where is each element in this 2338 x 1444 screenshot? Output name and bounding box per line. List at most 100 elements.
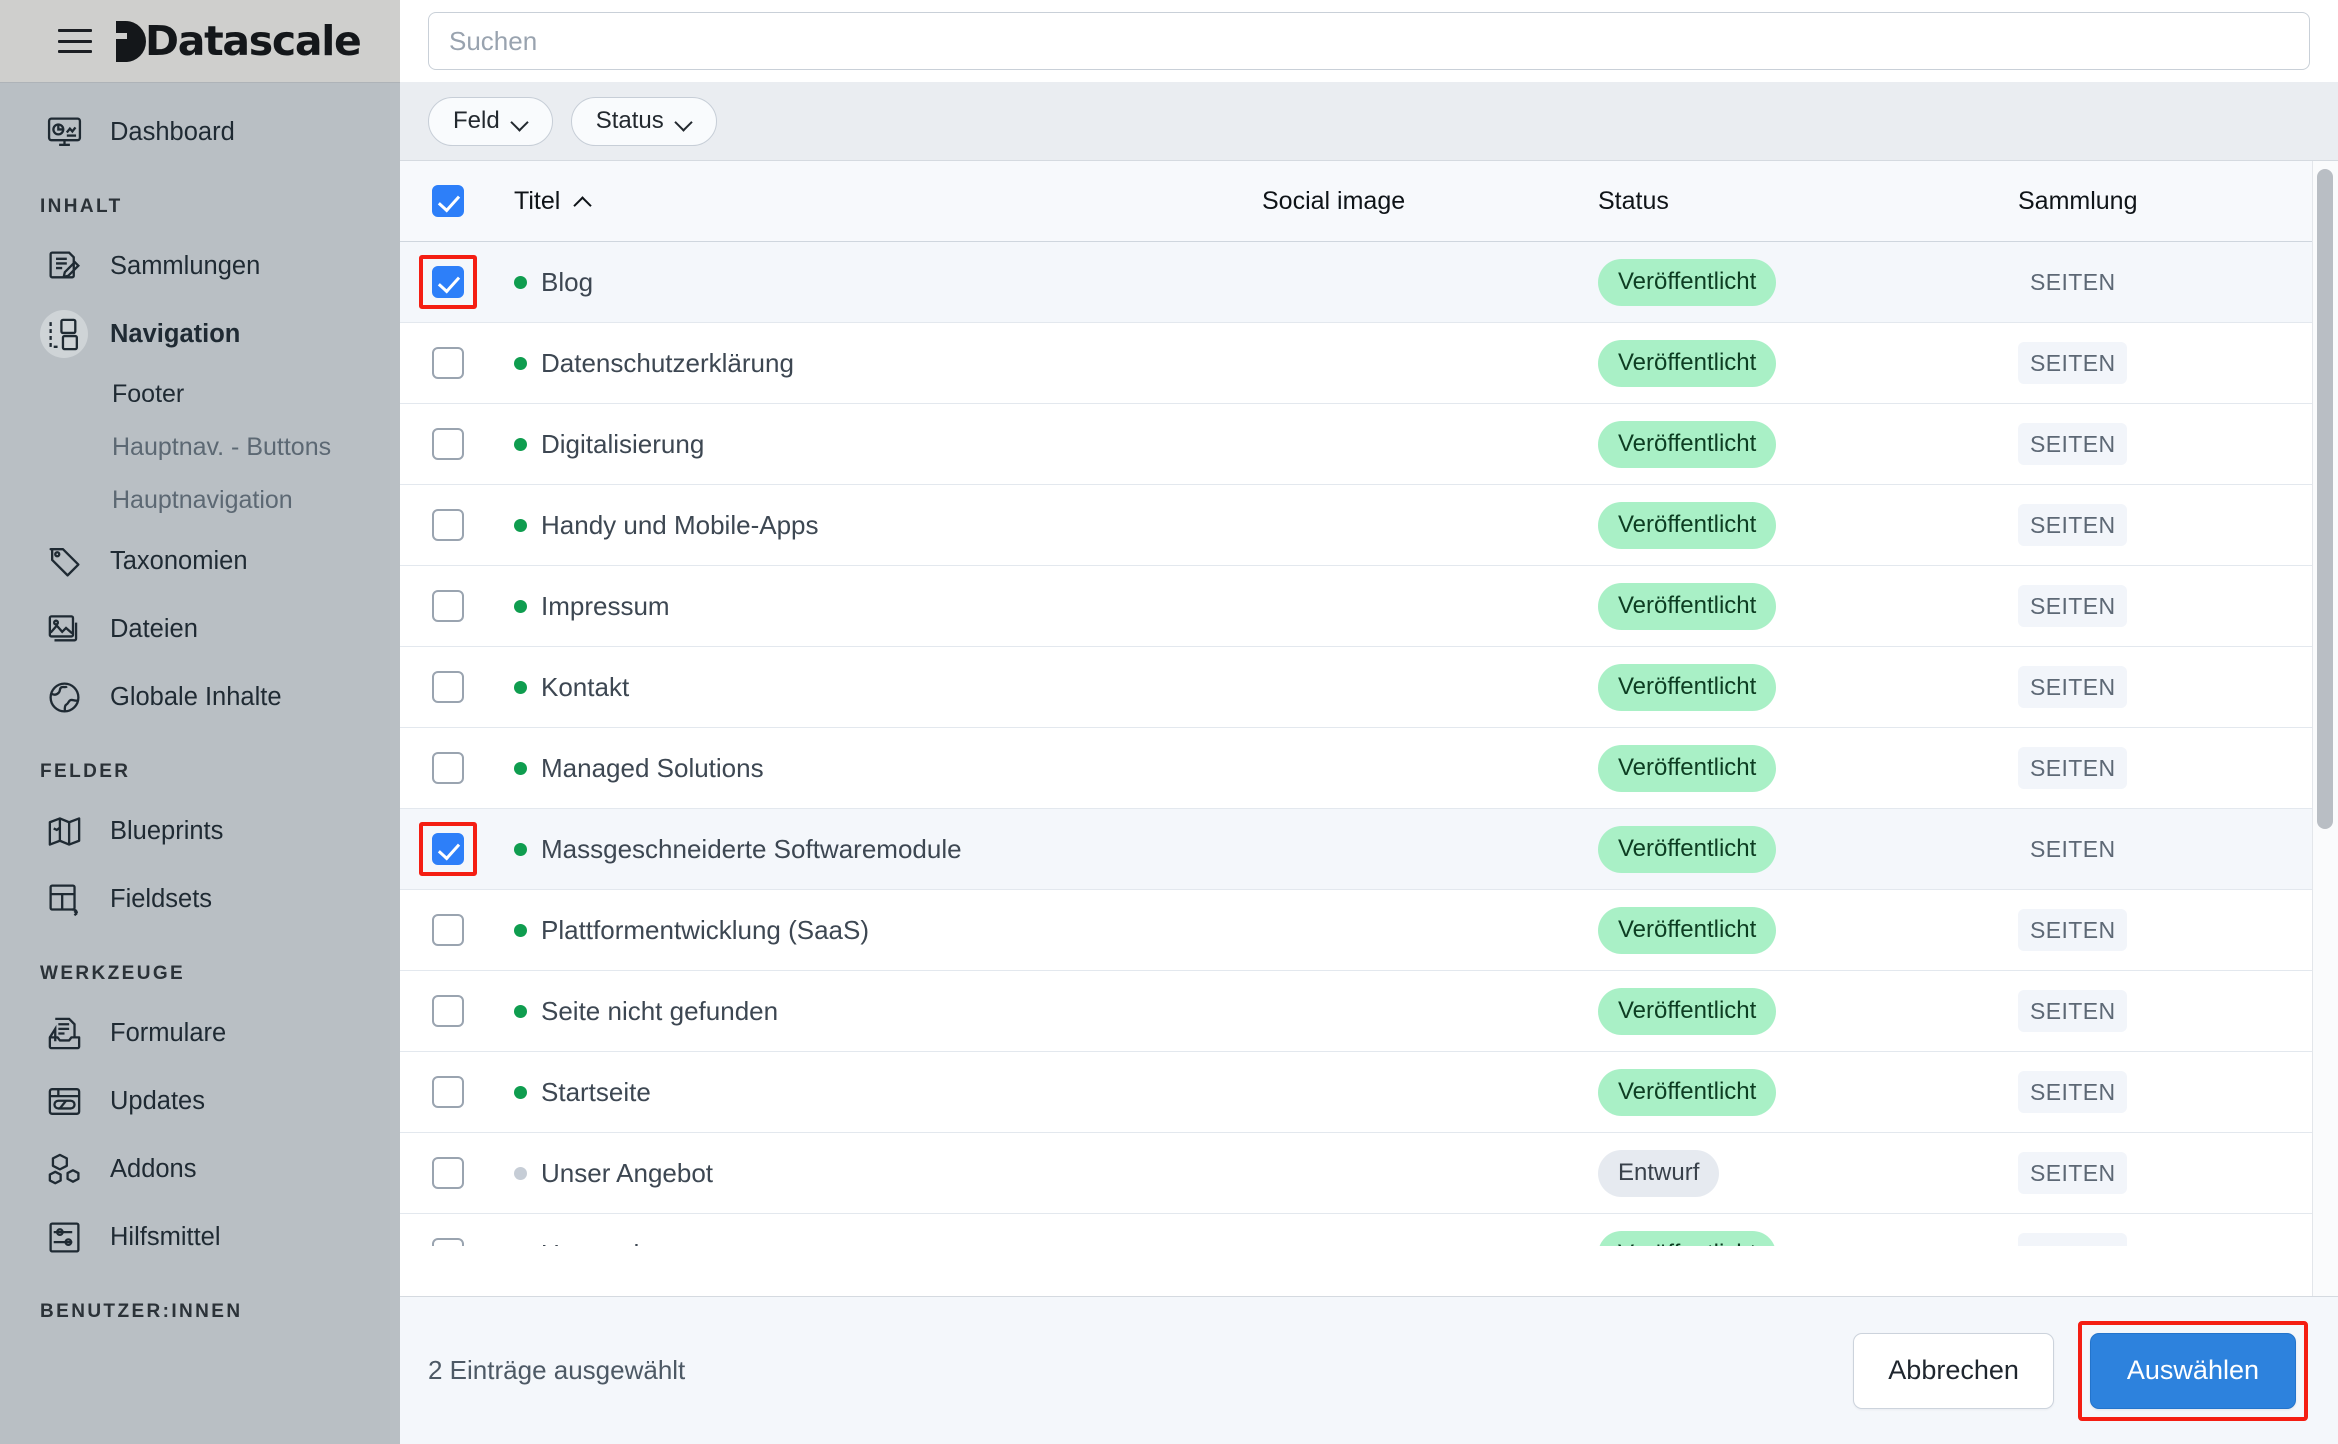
row-checkbox[interactable] <box>432 266 464 298</box>
table-row[interactable]: Handy und Mobile-Apps Veröffentlicht SEITE… <box>400 485 2338 566</box>
row-title-cell[interactable]: Kontakt <box>496 672 1262 703</box>
confirm-button-highlight: Auswählen <box>2077 1320 2308 1421</box>
row-title-label: Kontakt <box>541 671 630 702</box>
table-row[interactable]: Datenschutzerklärung Veröffentlicht SEITEN <box>400 323 2338 404</box>
navigation-pages-icon <box>40 310 88 358</box>
confirm-select-button[interactable]: Auswählen <box>2089 1332 2296 1409</box>
status-dot-icon <box>514 842 527 856</box>
sidebar: Datascale Dashboard INHALT Sammlungen Na… <box>0 0 400 1444</box>
row-checkbox[interactable] <box>432 671 464 703</box>
column-header-title[interactable]: Titel <box>496 187 1262 216</box>
status-badge: Veröffentlicht <box>1598 1068 1777 1116</box>
row-checkbox[interactable] <box>432 509 464 541</box>
sidebar-item-fieldsets[interactable]: Fieldsets <box>0 865 400 933</box>
row-checkbox[interactable] <box>432 1157 464 1189</box>
brand-logo[interactable]: Datascale <box>116 17 362 65</box>
table-row[interactable]: Seite nicht gefunden Veröffentlicht SEITEN <box>400 971 2338 1052</box>
sidebar-item-label: Dashboard <box>110 117 235 146</box>
status-badge: Veröffentlicht <box>1598 663 1777 711</box>
table-row[interactable]: Managed Solutions Veröffentlicht SEITEN <box>400 728 2338 809</box>
sidebar-item-label: Hilfsmittel <box>110 1222 221 1251</box>
sidebar-item-updates[interactable]: Updates <box>0 1067 400 1135</box>
table-row[interactable]: Impressum Veröffentlicht SEITEN <box>400 566 2338 647</box>
sidebar-item-label: Addons <box>110 1154 197 1183</box>
row-title-cell[interactable]: Unternehmen <box>496 1239 1262 1247</box>
sidebar-subitem-hauptnav-buttons[interactable]: Hauptnav. - Buttons <box>0 421 400 474</box>
sidebar-item-navigation[interactable]: Navigation <box>0 300 400 368</box>
row-title-cell[interactable]: Digitalisierung <box>496 429 1262 460</box>
status-dot-icon <box>514 680 527 694</box>
sidebar-item-sammlungen[interactable]: Sammlungen <box>0 232 400 300</box>
row-checkbox[interactable] <box>432 995 464 1027</box>
cancel-button[interactable]: Abbrechen <box>1853 1332 2054 1409</box>
updates-window-icon <box>40 1077 88 1125</box>
column-header-collection[interactable]: Sammlung <box>2018 187 2338 216</box>
table-row[interactable]: Unternehmen Veröffentlicht SEITEN <box>400 1214 2338 1246</box>
row-title-cell[interactable]: Impressum <box>496 591 1262 622</box>
row-title-cell[interactable]: Managed Solutions <box>496 753 1262 784</box>
table-body: Blog Veröffentlicht SEITEN Datenschutzerklä… <box>400 242 2338 1246</box>
table-row[interactable]: Kontakt Veröffentlicht SEITEN <box>400 647 2338 728</box>
row-checkbox[interactable] <box>432 1076 464 1108</box>
table-row[interactable]: Digitalisierung Veröffentlicht SEITEN <box>400 404 2338 485</box>
sidebar-item-label: Blueprints <box>110 816 224 845</box>
select-all-checkbox[interactable] <box>432 185 464 217</box>
table-scrollbar-thumb[interactable] <box>2317 169 2333 829</box>
filter-feld-button[interactable]: Feld <box>428 96 553 146</box>
row-title-label: Impressum <box>541 590 670 621</box>
table-scrollbar-track[interactable] <box>2312 161 2338 1296</box>
sidebar-item-dashboard[interactable]: Dashboard <box>0 98 400 166</box>
row-checkbox[interactable] <box>432 347 464 379</box>
row-status-cell: Veröffentlicht <box>1598 258 2018 306</box>
row-title-cell[interactable]: Seite nicht gefunden <box>496 996 1262 1027</box>
row-title-cell[interactable]: Massgeschneiderte Softwaremodule <box>496 834 1262 865</box>
sidebar-item-hilfsmittel[interactable]: Hilfsmittel <box>0 1203 400 1271</box>
footer-actions: Abbrechen Auswählen <box>1853 1320 2308 1421</box>
hamburger-icon[interactable] <box>58 29 92 53</box>
sidebar-subitem-hauptnavigation[interactable]: Hauptnavigation <box>0 474 400 527</box>
table-row[interactable]: Startseite Veröffentlicht SEITEN <box>400 1052 2338 1133</box>
row-status-cell: Veröffentlicht <box>1598 825 2018 873</box>
row-status-cell: Veröffentlicht <box>1598 1068 2018 1116</box>
sidebar-item-formulare[interactable]: Formulare <box>0 999 400 1067</box>
status-dot-icon <box>514 1004 527 1018</box>
table-row[interactable]: Unser Angebot Entwurf SEITEN <box>400 1133 2338 1214</box>
row-status-cell: Veröffentlicht <box>1598 501 2018 549</box>
row-collection-cell: SEITEN <box>2018 423 2338 465</box>
collection-tag: SEITEN <box>2018 747 2128 789</box>
row-title-cell[interactable]: Handy und Mobile-Apps <box>496 510 1262 541</box>
row-title-label: Blog <box>541 266 594 297</box>
sidebar-item-dateien[interactable]: Dateien <box>0 595 400 663</box>
row-title-cell[interactable]: Startseite <box>496 1077 1262 1108</box>
row-title-label: Managed Solutions <box>541 752 764 783</box>
row-title-label: Seite nicht gefunden <box>541 995 779 1026</box>
sidebar-item-addons[interactable]: Addons <box>0 1135 400 1203</box>
row-checkbox[interactable] <box>432 590 464 622</box>
row-title-cell[interactable]: Blog <box>496 267 1262 298</box>
sidebar-item-taxonomien[interactable]: Taxonomien <box>0 527 400 595</box>
row-checkbox[interactable] <box>432 752 464 784</box>
row-title-cell[interactable]: Datenschutzerklärung <box>496 348 1262 379</box>
row-status-cell: Entwurf <box>1598 1149 2018 1197</box>
table-row[interactable]: Massgeschneiderte Softwaremodule Veröffen… <box>400 809 2338 890</box>
row-checkbox[interactable] <box>432 428 464 460</box>
selection-count-label: 2 Einträge ausgewählt <box>428 1355 686 1385</box>
sidebar-subitem-footer[interactable]: Footer <box>0 368 400 421</box>
row-status-cell: Veröffentlicht <box>1598 420 2018 468</box>
row-checkbox[interactable] <box>432 914 464 946</box>
row-checkbox[interactable] <box>432 1238 464 1246</box>
filter-status-button[interactable]: Status <box>570 96 717 146</box>
table-row[interactable]: Blog Veröffentlicht SEITEN <box>400 242 2338 323</box>
sidebar-item-label: Formulare <box>110 1018 227 1047</box>
search-input[interactable] <box>428 12 2310 70</box>
column-header-social-image[interactable]: Social image <box>1262 187 1598 216</box>
row-title-cell[interactable]: Unser Angebot <box>496 1158 1262 1189</box>
sidebar-item-blueprints[interactable]: Blueprints <box>0 797 400 865</box>
sidebar-item-globale-inhalte[interactable]: Globale Inhalte <box>0 663 400 731</box>
column-header-status[interactable]: Status <box>1598 187 2018 216</box>
table-row[interactable]: Plattformentwicklung (SaaS) Veröffentlich… <box>400 890 2338 971</box>
row-checkbox[interactable] <box>432 833 464 865</box>
row-title-cell[interactable]: Plattformentwicklung (SaaS) <box>496 915 1262 946</box>
status-badge: Veröffentlicht <box>1598 1230 1777 1246</box>
row-collection-cell: SEITEN <box>2018 1071 2338 1113</box>
